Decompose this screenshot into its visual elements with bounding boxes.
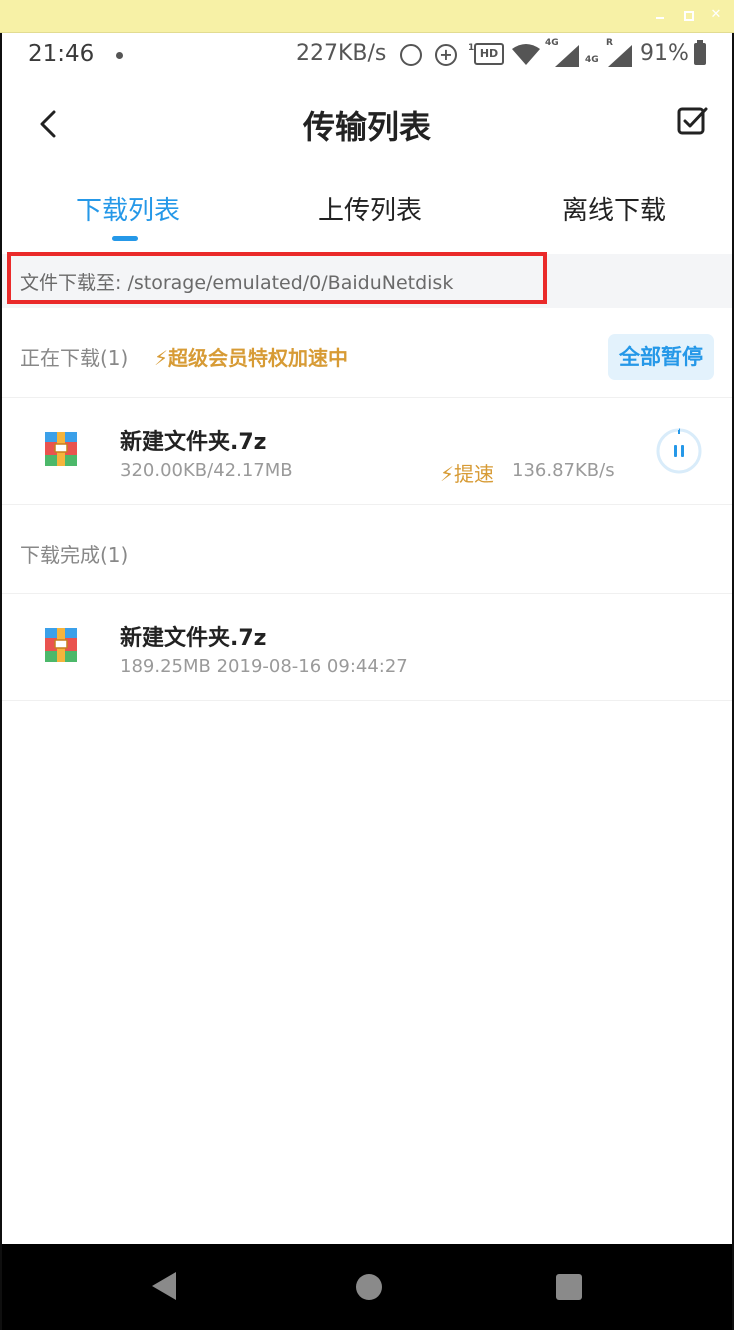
signal-icon-1 xyxy=(555,45,579,67)
alarm-icon xyxy=(400,44,422,66)
lightning-icon: ⚡ xyxy=(440,462,455,486)
status-time: 21:46 xyxy=(28,41,95,67)
pause-all-button[interactable]: 全部暂停 xyxy=(608,334,714,380)
wifi-icon xyxy=(512,44,540,65)
data-saver-icon: + xyxy=(435,44,457,66)
downloading-list-item[interactable]: 新建文件夹.7z 320.00KB/42.17MB ⚡提速 136.87KB/s xyxy=(2,397,732,505)
android-nav-bar xyxy=(2,1244,732,1330)
battery-percent: 91% xyxy=(640,41,689,66)
minimize-icon[interactable] xyxy=(652,7,668,23)
vip-acceleration-badge: ⚡超级会员特权加速中 xyxy=(154,342,348,371)
highlight-box xyxy=(7,252,547,304)
nav-home-icon[interactable] xyxy=(356,1274,382,1300)
status-net-speed: 227KB/s xyxy=(296,41,387,66)
download-progress-text: 320.00KB/42.17MB xyxy=(120,460,293,481)
downloading-section-header: 正在下载(1) ⚡超级会员特权加速中 全部暂停 xyxy=(2,314,732,398)
maximize-icon[interactable] xyxy=(680,7,696,23)
multi-select-button[interactable] xyxy=(676,104,710,138)
lightning-icon: ⚡ xyxy=(154,346,169,370)
tab-download-list[interactable]: 下载列表 xyxy=(76,190,180,227)
download-speed: 136.87KB/s xyxy=(512,460,615,481)
signal-icon-2 xyxy=(608,45,632,67)
file-size-date: 189.25MB 2019-08-16 09:44:27 xyxy=(120,656,408,677)
nav-back-icon[interactable] xyxy=(152,1272,176,1300)
speed-up-label: 提速 xyxy=(454,462,495,486)
hd-icon: HD xyxy=(474,43,504,65)
completed-section-header: 下载完成(1) xyxy=(2,511,732,595)
notification-dot-icon xyxy=(116,52,123,59)
speed-up-link[interactable]: ⚡提速 xyxy=(440,458,494,487)
page-title: 传输列表 xyxy=(302,108,431,146)
completed-title: 下载完成(1) xyxy=(20,543,129,567)
app-header: 传输列表 xyxy=(2,80,732,170)
close-icon[interactable]: ✕ xyxy=(708,7,724,23)
status-bar: 21:46 227KB/s + 1 HD 4G 4G R 91% xyxy=(2,33,732,75)
file-name: 新建文件夹.7z xyxy=(120,626,267,651)
tab-bar: 下载列表 上传列表 离线下载 xyxy=(2,172,732,252)
battery-icon xyxy=(694,40,706,65)
pause-download-button[interactable] xyxy=(656,428,702,474)
vip-acceleration-text: 超级会员特权加速中 xyxy=(168,346,349,370)
nav-recents-icon[interactable] xyxy=(556,1274,582,1300)
checkbox-edit-icon xyxy=(677,107,708,135)
archive-file-icon xyxy=(45,628,77,662)
tab-active-indicator xyxy=(112,236,138,241)
emulator-title-bar: ✕ xyxy=(0,0,734,33)
archive-file-icon xyxy=(45,432,77,466)
tab-offline-download[interactable]: 离线下载 xyxy=(562,190,666,227)
network-type-2: 4G xyxy=(585,55,599,65)
downloading-title: 正在下载(1) xyxy=(20,346,129,370)
file-name: 新建文件夹.7z xyxy=(120,430,267,455)
completed-list-item[interactable]: 新建文件夹.7z 189.25MB 2019-08-16 09:44:27 xyxy=(2,593,732,701)
tab-upload-list[interactable]: 上传列表 xyxy=(318,190,422,227)
